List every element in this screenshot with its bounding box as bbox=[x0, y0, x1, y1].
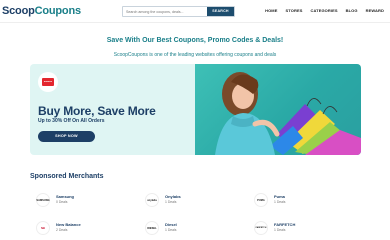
nav-home[interactable]: HOME bbox=[265, 8, 277, 13]
merchant-name: New Balance bbox=[56, 222, 81, 227]
promo-banner[interactable]: amazon Buy More, Save More Up to 30% Off… bbox=[30, 64, 361, 155]
new-balance-logo-text: NB bbox=[41, 226, 45, 230]
merchant-deals: 1 Deals bbox=[165, 200, 177, 204]
farfetch-logo-text: FARFETCH bbox=[255, 227, 267, 229]
header: ScoopCoupons SEARCH HOME STORES CATEGORI… bbox=[0, 0, 390, 23]
shop-now-button[interactable]: SHOP NOW bbox=[38, 131, 95, 142]
search-box: SEARCH bbox=[122, 6, 235, 17]
samsung-logo-text: SAMSUNG bbox=[36, 198, 50, 202]
hero-subtitle: ScoopCoupons is one of the leading websi… bbox=[113, 52, 277, 58]
main-nav: HOME STORES CATEGORIES BLOG REWARD bbox=[265, 8, 384, 13]
search-button[interactable]: SEARCH bbox=[207, 7, 234, 16]
woman-figure bbox=[215, 72, 280, 155]
merchant-name: Onylabs bbox=[165, 194, 181, 199]
shopping-bags-icon bbox=[270, 98, 361, 155]
search-input[interactable] bbox=[123, 7, 209, 16]
banner-offer: Up to 30% Off On All Orders bbox=[38, 118, 105, 124]
logo-part-coupons: Coupons bbox=[34, 5, 81, 17]
diesel-logo: DIESEL bbox=[145, 221, 159, 235]
nav-stores[interactable]: STORES bbox=[286, 8, 303, 13]
puma-logo-text: PUMA bbox=[257, 198, 265, 202]
banner-image bbox=[195, 64, 361, 155]
onylabs-logo: onylabs bbox=[145, 193, 159, 207]
amazon-logo: amazon bbox=[38, 72, 58, 92]
nav-categories[interactable]: CATEGORIES bbox=[310, 8, 337, 13]
puma-logo: PUMA bbox=[254, 193, 268, 207]
merchant-name: Puma bbox=[274, 194, 285, 199]
merchant-deals: 0 Deals bbox=[56, 200, 68, 204]
nav-reward[interactable]: REWARD bbox=[366, 8, 384, 13]
merchant-deals: 1 Deals bbox=[274, 200, 286, 204]
merchant-deals: 1 Deals bbox=[274, 228, 286, 232]
merchant-deals: 2 Deals bbox=[56, 228, 68, 232]
sponsored-merchants-title: Sponsored Merchants bbox=[30, 173, 104, 180]
banner-headline: Buy More, Save More bbox=[38, 104, 156, 118]
merchant-name: Diesel bbox=[165, 222, 177, 227]
site-logo[interactable]: ScoopCoupons bbox=[2, 5, 81, 17]
woman-with-shopping-bags-image bbox=[215, 72, 361, 155]
farfetch-logo: FARFETCH bbox=[254, 221, 268, 235]
hero-tagline: Save With Our Best Coupons, Promo Codes … bbox=[106, 37, 284, 44]
new-balance-logo: NB bbox=[36, 221, 50, 235]
page: ScoopCoupons SEARCH HOME STORES CATEGORI… bbox=[0, 0, 390, 240]
onylabs-logo-text: onylabs bbox=[147, 198, 157, 202]
merchant-name: Samsung bbox=[56, 194, 75, 199]
amazon-logo-mark: amazon bbox=[42, 78, 54, 86]
logo-part-scoop: Scoop bbox=[2, 5, 35, 17]
merchant-deals: 1 Deals bbox=[165, 228, 177, 232]
nav-blog[interactable]: BLOG bbox=[346, 8, 358, 13]
diesel-logo-text: DIESEL bbox=[147, 226, 157, 230]
samsung-logo: SAMSUNG bbox=[36, 193, 50, 207]
merchant-name: FARFETCH bbox=[274, 222, 296, 227]
